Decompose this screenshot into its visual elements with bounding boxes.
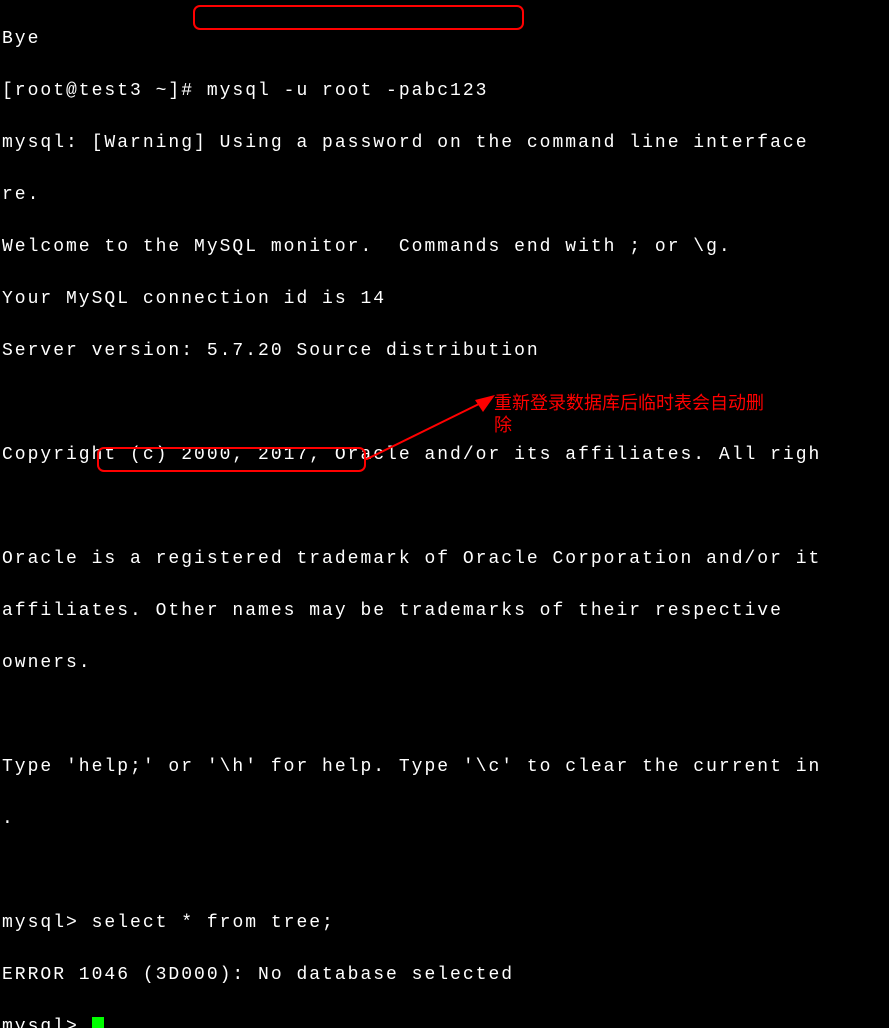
help-line: Type 'help;' or '\h' for help. Type '\c'… [2, 754, 821, 780]
mysql-current-line[interactable]: mysql> [2, 1014, 821, 1028]
prev-line: Bye [2, 26, 821, 52]
connection-id-line: Your MySQL connection id is 14 [2, 286, 821, 312]
welcome-line: Welcome to the MySQL monitor. Commands e… [2, 234, 821, 260]
cursor-icon [92, 1017, 104, 1028]
shell-command: mysql -u root -pabc123 [207, 81, 489, 101]
blank-line [2, 494, 821, 520]
trademark-line-2: affiliates. Other names may be trademark… [2, 598, 821, 624]
annotation-text: 重新登录数据库后临时表会自动删 除 [494, 392, 794, 436]
warning-line-2: re. [2, 182, 821, 208]
annotation-line-2: 除 [494, 415, 512, 435]
server-version-line: Server version: 5.7.20 Source distributi… [2, 338, 821, 364]
sql-query: select * from tree; [92, 913, 335, 933]
mysql-prompt: mysql> [2, 913, 92, 933]
mysql-query-line: mysql> select * from tree; [2, 910, 821, 936]
annotation-line-1: 重新登录数据库后临时表会自动删 [494, 393, 764, 413]
dot-line: . [2, 806, 821, 832]
terminal[interactable]: Bye [root@test3 ~]# mysql -u root -pabc1… [2, 0, 821, 1028]
shell-prompt: [root@test3 ~]# [2, 81, 207, 101]
trademark-line-3: owners. [2, 650, 821, 676]
trademark-line-1: Oracle is a registered trademark of Orac… [2, 546, 821, 572]
shell-cmd-line: [root@test3 ~]# mysql -u root -pabc123 [2, 78, 821, 104]
blank-line [2, 858, 821, 884]
error-line: ERROR 1046 (3D000): No database selected [2, 962, 821, 988]
mysql-prompt: mysql> [2, 1017, 92, 1028]
copyright-line: Copyright (c) 2000, 2017, Oracle and/or … [2, 442, 821, 468]
warning-line-1: mysql: [Warning] Using a password on the… [2, 130, 821, 156]
blank-line [2, 702, 821, 728]
